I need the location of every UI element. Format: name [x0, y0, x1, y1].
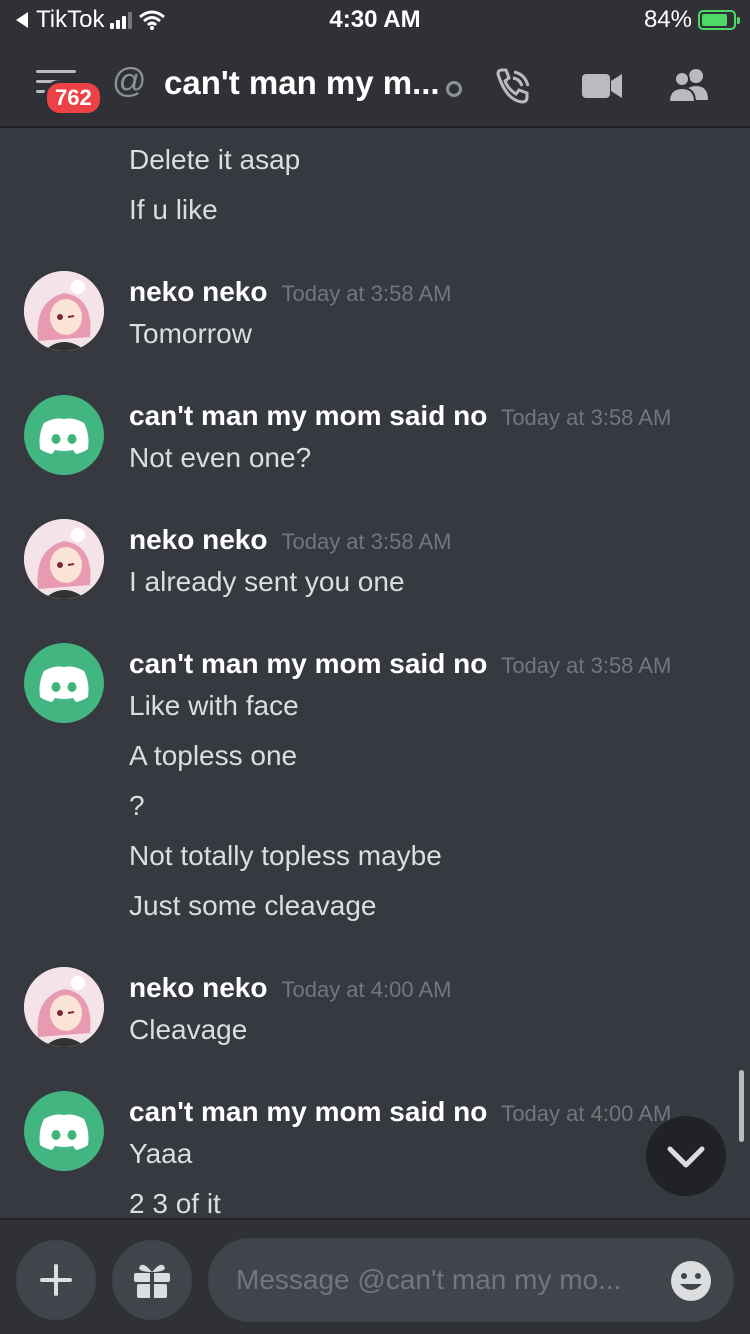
message-text[interactable]: Cleavage [129, 1014, 247, 1046]
message-text[interactable]: If u like [129, 194, 218, 226]
message-timestamp: Today at 3:58 AM [501, 653, 672, 678]
author-name[interactable]: can't man my mom said no [129, 1096, 487, 1127]
message-text[interactable]: Yaaa [129, 1138, 192, 1170]
message-author[interactable]: neko neko Today at 3:58 AM [129, 276, 451, 308]
message-text[interactable]: A topless one [129, 740, 297, 772]
anime-avatar-icon [24, 967, 104, 1047]
message-author[interactable]: can't man my mom said no Today at 3:58 AM [129, 400, 671, 432]
clock: 4:30 AM [329, 6, 421, 33]
message-timestamp: Today at 3:58 AM [281, 281, 452, 306]
discord-logo-icon [39, 666, 89, 702]
message-author[interactable]: neko neko Today at 4:00 AM [129, 972, 451, 1004]
message-text[interactable]: Tomorrow [129, 318, 252, 350]
message-author[interactable]: can't man my mom said no Today at 4:00 AM [129, 1096, 671, 1128]
message-text[interactable]: ? [129, 790, 145, 822]
message-list[interactable]: Delete it asap If u like neko neko Today … [0, 128, 750, 1218]
anime-avatar-icon [24, 271, 104, 351]
message-text[interactable]: Delete it asap [129, 144, 300, 176]
gift-icon [134, 1264, 170, 1298]
message-text[interactable]: I already sent you one [129, 566, 405, 598]
channel-header: 762 @ can't man my m... [0, 44, 750, 128]
message-text[interactable]: Like with face [129, 690, 299, 722]
message-text[interactable]: 2 3 of it [129, 1188, 221, 1218]
avatar[interactable] [24, 395, 104, 475]
battery-icon [698, 10, 740, 30]
anime-avatar-icon [24, 519, 104, 599]
members-icon[interactable] [666, 66, 714, 106]
avatar[interactable] [24, 1091, 104, 1171]
message-text[interactable]: Not totally topless maybe [129, 840, 442, 872]
battery-level [702, 14, 727, 26]
scrollbar[interactable] [739, 1070, 744, 1142]
battery-status: 84% [643, 6, 740, 34]
author-name[interactable]: neko neko [129, 972, 267, 1003]
add-attachment-button[interactable] [16, 1240, 96, 1320]
battery-percent: 84% [643, 6, 692, 33]
message-timestamp: Today at 4:00 AM [281, 977, 452, 1002]
avatar[interactable] [24, 967, 104, 1047]
author-name[interactable]: neko neko [129, 276, 267, 307]
emoji-icon[interactable] [668, 1258, 714, 1304]
at-icon: @ [112, 62, 147, 100]
message-text[interactable]: Not even one? [129, 442, 311, 474]
avatar[interactable] [24, 271, 104, 351]
plus-icon [40, 1264, 72, 1296]
message-author[interactable]: neko neko Today at 3:58 AM [129, 524, 451, 556]
channel-title[interactable]: can't man my m... [164, 64, 440, 102]
offline-status-icon [446, 81, 462, 97]
author-name[interactable]: can't man my mom said no [129, 648, 487, 679]
jump-to-latest-button[interactable] [646, 1116, 726, 1196]
status-bar: TikTok 4:30 AM 84% [0, 0, 750, 44]
discord-logo-icon [39, 418, 89, 454]
message-composer [0, 1218, 750, 1334]
avatar[interactable] [24, 643, 104, 723]
video-camera-icon[interactable] [580, 66, 624, 106]
chevron-down-icon [667, 1146, 705, 1168]
message-author[interactable]: can't man my mom said no Today at 3:58 AM [129, 648, 671, 680]
avatar[interactable] [24, 519, 104, 599]
author-name[interactable]: neko neko [129, 524, 267, 555]
discord-logo-icon [39, 1114, 89, 1150]
message-input[interactable] [208, 1238, 734, 1322]
author-name[interactable]: can't man my mom said no [129, 400, 487, 431]
message-timestamp: Today at 3:58 AM [281, 529, 452, 554]
gift-button[interactable] [112, 1240, 192, 1320]
phone-call-icon[interactable] [492, 66, 534, 108]
message-text[interactable]: Just some cleavage [129, 890, 376, 922]
mention-count-badge: 762 [44, 80, 103, 116]
message-timestamp: Today at 3:58 AM [501, 405, 672, 430]
